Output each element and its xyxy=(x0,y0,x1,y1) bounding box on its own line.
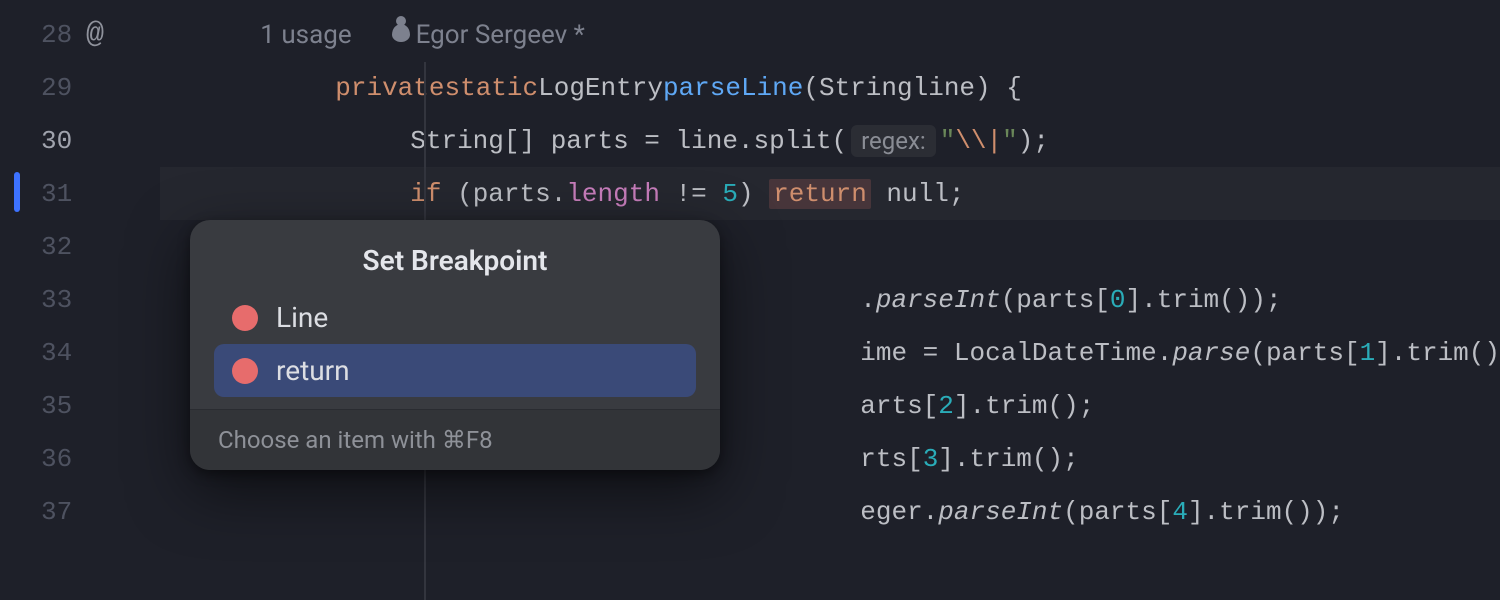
author-name: Egor Sergeev * xyxy=(416,20,585,50)
line-number: 35 xyxy=(41,391,72,421)
breakpoint-icon xyxy=(232,305,258,331)
code-text: (parts[ xyxy=(1063,497,1172,527)
code-line[interactable] xyxy=(160,538,1500,591)
gutter-line-number[interactable]: 34 xyxy=(0,326,160,379)
author-hint[interactable]: Egor Sergeev * xyxy=(392,20,585,50)
code-line[interactable]: if (parts.length != 5) return null; xyxy=(160,167,1500,220)
code-line[interactable]: String[] parts = line.split(regex:"\\|")… xyxy=(160,114,1500,167)
line-number: 31 xyxy=(41,179,72,209)
line-number: 29 xyxy=(41,73,72,103)
breakpoint-option-return[interactable]: return xyxy=(214,344,696,397)
code-text: eger. xyxy=(860,497,938,527)
code-text: arts[ xyxy=(860,391,938,421)
method-name: parseLine xyxy=(663,73,803,103)
type-name: LogEntry xyxy=(538,73,663,103)
code-text: != xyxy=(660,179,722,209)
code-text: ].trim()); xyxy=(1188,497,1344,527)
code-text: (parts[ xyxy=(1001,285,1110,315)
method-call: parseInt xyxy=(938,497,1063,527)
string-escape: \\| xyxy=(955,126,1002,156)
usages-hint[interactable]: 1 usage xyxy=(260,20,351,50)
line-number: 32 xyxy=(41,232,72,262)
field-ref: length xyxy=(566,179,660,209)
gutter-line-number[interactable]: 32 xyxy=(0,220,160,273)
line-number: 28 xyxy=(41,20,72,50)
number-literal: 4 xyxy=(1172,497,1188,527)
gutter-line-number[interactable]: 36 xyxy=(0,432,160,485)
code-text: . xyxy=(860,285,876,315)
code-text: rts[ xyxy=(860,444,922,474)
code-text: ime = LocalDateTime. xyxy=(860,338,1172,368)
keyword: static xyxy=(444,73,538,103)
code-text: ); xyxy=(1018,126,1049,156)
string-quote: " xyxy=(940,126,956,156)
type-name: String xyxy=(819,73,913,103)
code-text: ].trim(); xyxy=(938,444,1078,474)
option-label: return xyxy=(276,354,350,387)
code-text: null; xyxy=(871,179,965,209)
line-number: 33 xyxy=(41,285,72,315)
option-label: Line xyxy=(276,301,328,334)
param-name: line xyxy=(913,73,975,103)
gutter-line-number[interactable]: 30 xyxy=(0,114,160,167)
string-quote: " xyxy=(1002,126,1018,156)
gutter-line-number[interactable]: 29 xyxy=(0,61,160,114)
breakpoint-icon xyxy=(232,358,258,384)
gutter-line-number[interactable]: 37 xyxy=(0,485,160,538)
parameter-hint: regex: xyxy=(851,125,936,157)
breakpoint-option-line[interactable]: Line xyxy=(214,291,696,344)
number-literal: 3 xyxy=(923,444,939,474)
set-breakpoint-popup: Set Breakpoint Line return Choose an ite… xyxy=(190,220,720,470)
code-line[interactable]: eger.parseInt(parts[4].trim()); xyxy=(160,485,1500,538)
inlay-hints-row: 1 usage Egor Sergeev * xyxy=(160,8,1500,61)
code-text: ].trim(); xyxy=(954,391,1094,421)
number-literal: 0 xyxy=(1110,285,1126,315)
gutter-line-number[interactable]: 33 xyxy=(0,273,160,326)
line-number: 30 xyxy=(41,126,72,156)
keyword: private xyxy=(335,73,444,103)
override-indicator-icon: @ xyxy=(86,18,104,52)
code-text: String[] parts = line.split( xyxy=(410,126,847,156)
keyword: return xyxy=(773,179,867,209)
code-text: ].trim() xyxy=(1375,338,1500,368)
popup-footer-hint: Choose an item with ⌘F8 xyxy=(190,409,720,470)
number-literal: 5 xyxy=(722,179,738,209)
code-text: ].trim()); xyxy=(1126,285,1282,315)
user-icon xyxy=(392,24,410,42)
popup-items: Line return xyxy=(190,291,720,409)
gutter-line-number[interactable]: 35 xyxy=(0,379,160,432)
code-text: (parts. xyxy=(441,179,566,209)
brace: { xyxy=(1006,73,1022,103)
code-text: (parts[ xyxy=(1250,338,1359,368)
line-number: 37 xyxy=(41,497,72,527)
popup-title: Set Breakpoint xyxy=(190,220,720,291)
method-call: parseInt xyxy=(876,285,1001,315)
gutter-line-number[interactable]: 28 @ xyxy=(0,8,160,61)
line-number: 36 xyxy=(41,444,72,474)
number-literal: 2 xyxy=(938,391,954,421)
method-call: parse xyxy=(1172,338,1250,368)
gutter[interactable]: 28 @ 29 30 31 32 33 34 35 36 37 xyxy=(0,0,160,600)
code-line[interactable]: private static LogEntry parseLine(String… xyxy=(160,61,1500,114)
number-literal: 1 xyxy=(1360,338,1376,368)
gutter-line-number[interactable]: 31 xyxy=(0,167,160,220)
line-number: 34 xyxy=(41,338,72,368)
code-text: ) xyxy=(738,179,769,209)
